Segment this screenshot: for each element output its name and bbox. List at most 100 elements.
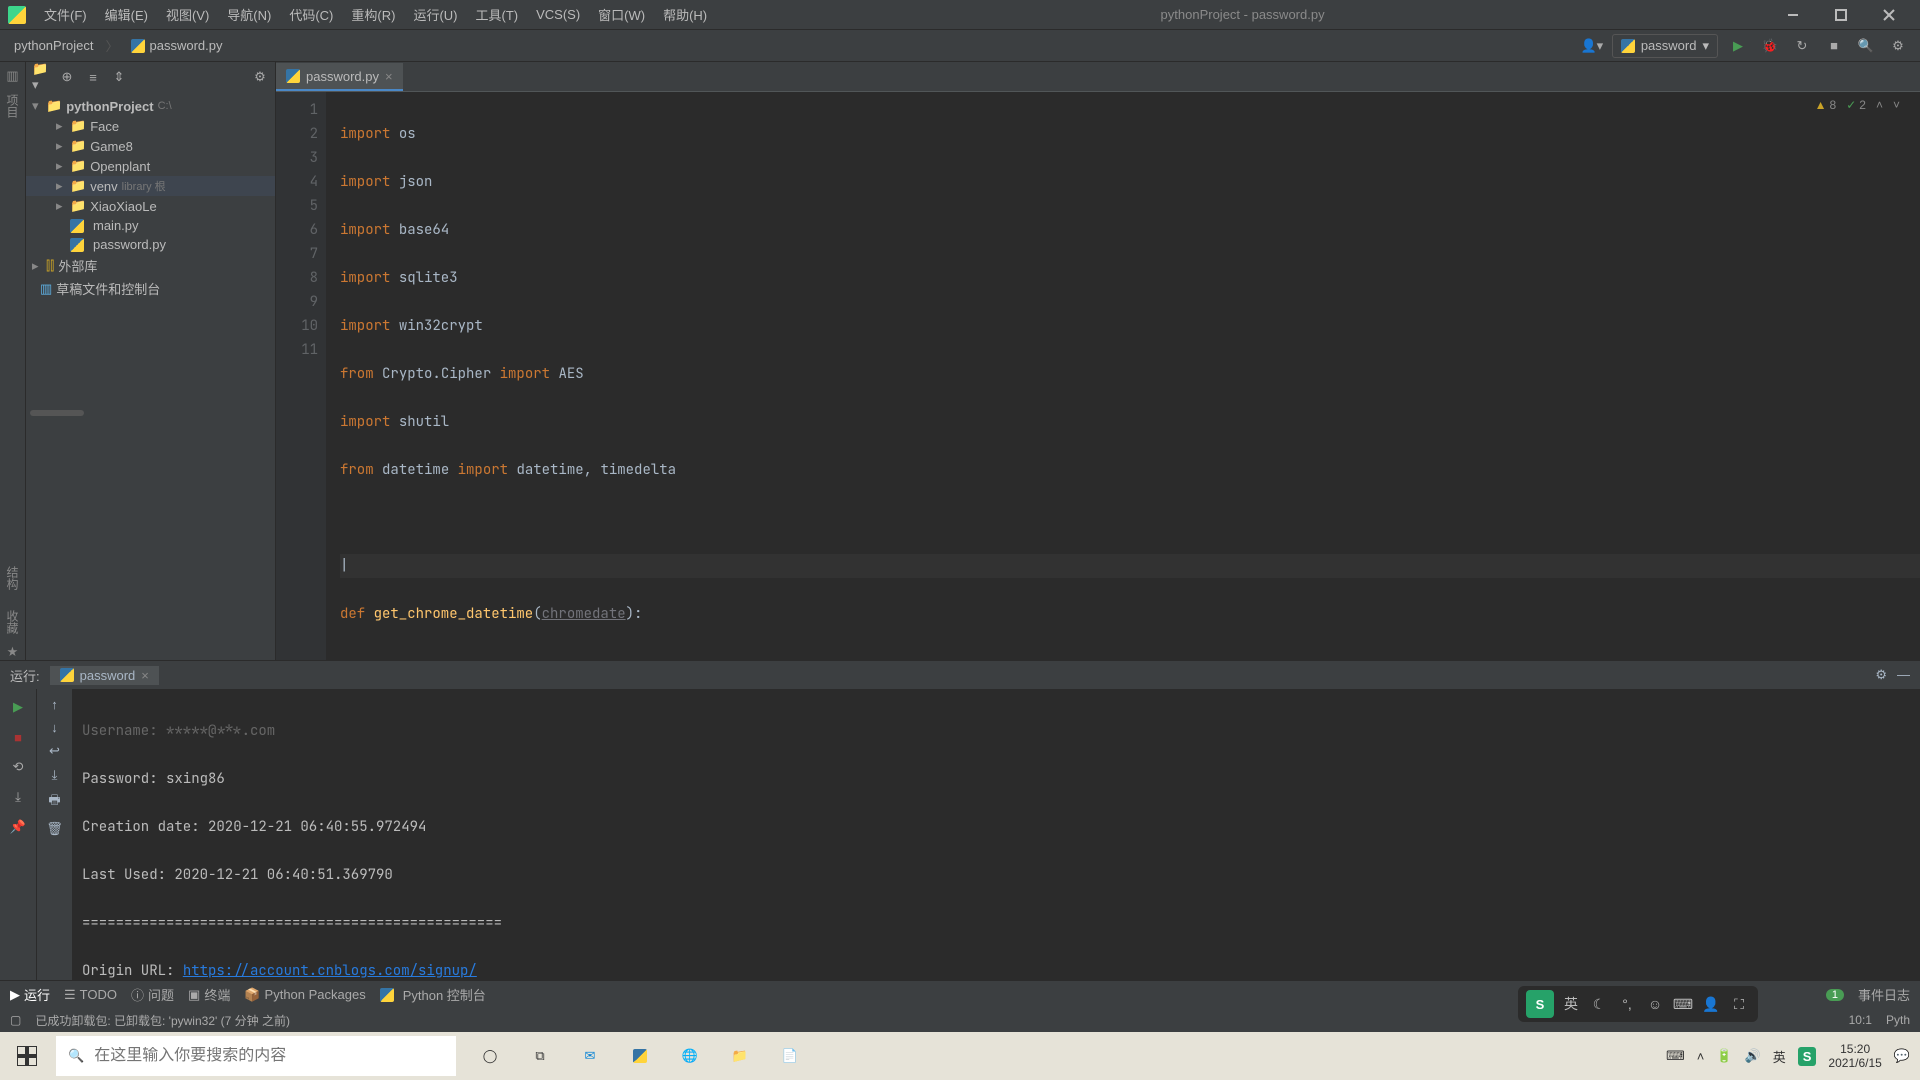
tree-item-face[interactable]: Face bbox=[90, 119, 119, 134]
statusbar-icon[interactable]: ▢ bbox=[10, 1013, 21, 1027]
project-select-dropdown[interactable]: 📁▾ bbox=[32, 68, 50, 86]
tree-root[interactable]: pythonProject bbox=[66, 99, 153, 114]
add-user-icon[interactable]: 👤▾ bbox=[1580, 34, 1604, 58]
restart-button[interactable]: ⟲ bbox=[8, 757, 28, 777]
taskbar-cortana-icon[interactable]: ⧉ bbox=[526, 1042, 554, 1070]
bottom-tab-packages[interactable]: 📦 Python Packages bbox=[244, 987, 365, 1003]
pin-button[interactable]: 📌 bbox=[8, 817, 28, 837]
ime-moon-icon[interactable]: ☾ bbox=[1588, 993, 1610, 1015]
tray-volume-icon[interactable]: 🔊 bbox=[1745, 1048, 1761, 1064]
menu-run[interactable]: 运行(U) bbox=[405, 1, 465, 28]
project-tree[interactable]: ▾📁 pythonProject C:\ ▸📁Face ▸📁Game8 ▸📁Op… bbox=[26, 92, 275, 660]
ime-user-icon[interactable]: 👤 bbox=[1700, 993, 1722, 1015]
run-panel-tab[interactable]: password × bbox=[50, 666, 159, 685]
menu-edit[interactable]: 编辑(E) bbox=[97, 1, 156, 28]
run-config-combo[interactable]: password ▾ bbox=[1612, 34, 1718, 58]
rerun-button[interactable]: ▶ bbox=[8, 697, 28, 717]
tray-keyboard-icon[interactable]: ⌨ bbox=[1666, 1048, 1685, 1064]
scroll-up-button[interactable]: ↑ bbox=[51, 697, 58, 712]
ime-expand-icon[interactable]: ⛶ bbox=[1728, 993, 1750, 1015]
status-interpreter[interactable]: Pyth bbox=[1886, 1013, 1910, 1027]
debug-button[interactable]: 🐞 bbox=[1758, 34, 1782, 58]
windows-start-button[interactable] bbox=[0, 1032, 54, 1080]
menu-code[interactable]: 代码(C) bbox=[281, 1, 341, 28]
menu-vcs[interactable]: VCS(S) bbox=[528, 3, 588, 26]
bottom-tab-eventlog[interactable]: 事件日志 bbox=[1858, 985, 1910, 1004]
tray-sogou-icon[interactable]: S bbox=[1798, 1047, 1817, 1066]
tree-external-libs[interactable]: 外部库 bbox=[58, 256, 97, 275]
clear-button[interactable]: 🗑 bbox=[46, 821, 63, 837]
menu-window[interactable]: 窗口(W) bbox=[590, 1, 653, 28]
project-locate-button[interactable]: ⊕ bbox=[58, 68, 76, 86]
inspection-chevron-up-icon[interactable]: ˄ bbox=[1876, 98, 1883, 112]
favorites-star-icon[interactable]: ★ bbox=[7, 644, 19, 660]
tree-item-venv[interactable]: venv bbox=[90, 179, 117, 194]
menu-file[interactable]: 文件(F) bbox=[36, 1, 95, 28]
taskbar-search[interactable]: 🔍 bbox=[56, 1036, 456, 1076]
run-console-output[interactable]: Username: *****@***.com Password: sxing8… bbox=[72, 689, 1920, 980]
tray-battery-icon[interactable]: 🔋 bbox=[1716, 1048, 1732, 1064]
favorites-stripe-label[interactable]: 收藏 bbox=[2, 600, 23, 644]
breadcrumb-project[interactable]: pythonProject bbox=[10, 36, 98, 55]
breadcrumb-file[interactable]: password.py bbox=[127, 36, 227, 56]
bottom-tab-todo[interactable]: ☰ TODO bbox=[64, 987, 117, 1003]
window-close-button[interactable] bbox=[1866, 1, 1912, 29]
stop-button[interactable]: ■ bbox=[1822, 34, 1846, 58]
tray-chevron-up-icon[interactable]: ˄ bbox=[1697, 1049, 1705, 1064]
structure-stripe-label[interactable]: 结构 bbox=[2, 556, 23, 600]
project-expand-button[interactable]: ≡ bbox=[84, 68, 102, 86]
menu-help[interactable]: 帮助(H) bbox=[655, 1, 715, 28]
ime-keyboard-icon[interactable]: ⌨ bbox=[1672, 993, 1694, 1015]
ime-lang-label[interactable]: 英 bbox=[1560, 993, 1582, 1015]
print-button[interactable]: 🖶 bbox=[48, 791, 60, 813]
editor-tab-password[interactable]: password.py × bbox=[276, 63, 403, 91]
project-tree-scrollbar[interactable] bbox=[30, 410, 84, 416]
window-minimize-button[interactable] bbox=[1770, 1, 1816, 29]
ime-punct-icon[interactable]: °, bbox=[1616, 993, 1638, 1015]
run-button[interactable]: ▶ bbox=[1726, 34, 1750, 58]
tray-ime-icon[interactable]: 英 bbox=[1773, 1047, 1786, 1066]
inspection-chevron-down-icon[interactable]: ˅ bbox=[1893, 98, 1900, 112]
taskview-icon[interactable]: ◯ bbox=[476, 1042, 504, 1070]
menu-tools[interactable]: 工具(T) bbox=[467, 1, 526, 28]
menu-navigate[interactable]: 导航(N) bbox=[219, 1, 279, 28]
scroll-down-button[interactable]: ↓ bbox=[51, 720, 58, 735]
code-area[interactable]: import os import json import base64 impo… bbox=[326, 92, 1920, 660]
scroll-end-button[interactable]: ⤓ bbox=[52, 767, 58, 783]
close-run-tab-icon[interactable]: × bbox=[141, 668, 149, 683]
window-maximize-button[interactable] bbox=[1818, 1, 1864, 29]
stop-run-button[interactable]: ■ bbox=[8, 727, 28, 747]
taskbar-explorer-icon[interactable]: 📁 bbox=[726, 1042, 754, 1070]
code-editor[interactable]: 123 456 789 1011 import os import json i… bbox=[276, 92, 1920, 660]
project-collapse-button[interactable]: ⇕ bbox=[110, 68, 128, 86]
bottom-tab-pyconsole[interactable]: Python 控制台 bbox=[380, 985, 486, 1004]
origin-url-link[interactable]: https://account.cnblogs.com/signup/ bbox=[183, 962, 477, 980]
tree-item-mainpy[interactable]: main.py bbox=[93, 218, 139, 233]
inspection-warnings[interactable]: 8 bbox=[1815, 98, 1837, 112]
inspection-passes[interactable]: 2 bbox=[1846, 98, 1866, 112]
ime-floating-bar[interactable]: S 英 ☾ °, ☺ ⌨ 👤 ⛶ bbox=[1518, 986, 1758, 1022]
softwrap-button[interactable]: ↩ bbox=[49, 743, 60, 759]
taskbar-pycharm-icon[interactable] bbox=[626, 1042, 654, 1070]
project-stripe-icon[interactable]: ▥ bbox=[6, 68, 18, 84]
tree-item-passwordpy[interactable]: password.py bbox=[93, 237, 166, 252]
bottom-tab-problems[interactable]: ⓘ 问题 bbox=[131, 985, 174, 1004]
menu-view[interactable]: 视图(V) bbox=[158, 1, 217, 28]
ide-settings-button[interactable]: ⚙ bbox=[1886, 34, 1910, 58]
taskbar-chrome-icon[interactable]: 🌐 bbox=[676, 1042, 704, 1070]
ime-smiley-icon[interactable]: ☺ bbox=[1644, 993, 1666, 1015]
coverage-button[interactable]: ↻ bbox=[1790, 34, 1814, 58]
tree-scratches[interactable]: 草稿文件和控制台 bbox=[56, 279, 160, 298]
close-tab-icon[interactable]: × bbox=[385, 69, 393, 84]
search-everywhere-button[interactable]: 🔍 bbox=[1854, 34, 1878, 58]
tree-item-game8[interactable]: Game8 bbox=[90, 139, 133, 154]
taskbar-notepad-icon[interactable]: 📄 bbox=[776, 1042, 804, 1070]
tray-clock[interactable]: 15:20 2021/6/15 bbox=[1828, 1042, 1881, 1070]
tree-item-openplant[interactable]: Openplant bbox=[90, 159, 150, 174]
project-stripe-label[interactable]: 项目 bbox=[2, 84, 23, 128]
taskbar-mail-icon[interactable]: ✉ bbox=[576, 1042, 604, 1070]
taskbar-search-input[interactable] bbox=[94, 1047, 444, 1065]
menu-refactor[interactable]: 重构(R) bbox=[343, 1, 403, 28]
project-settings-button[interactable]: ⚙ bbox=[251, 68, 269, 86]
tray-notifications-icon[interactable]: 💬 bbox=[1894, 1048, 1910, 1064]
